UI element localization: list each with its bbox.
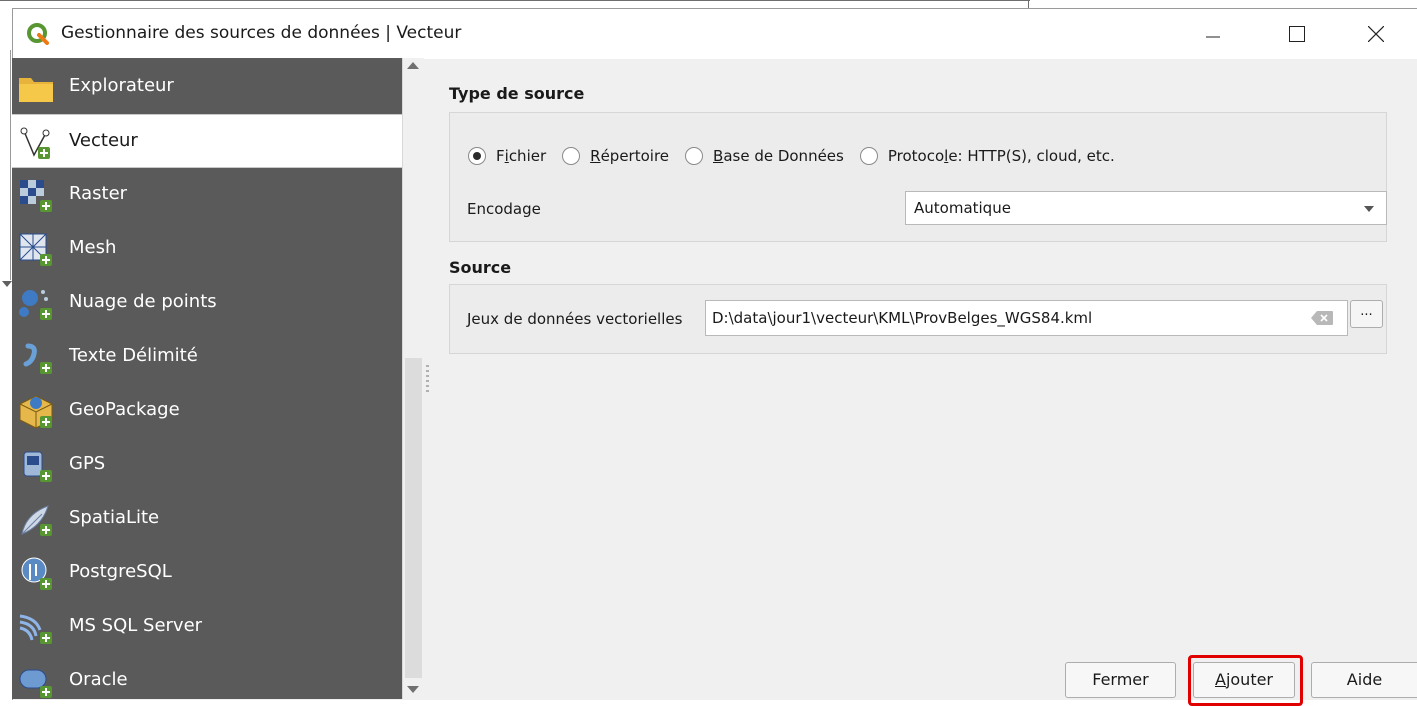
sidebar-item-oracle[interactable]: Oracle bbox=[12, 654, 402, 699]
sidebar-scrollbar[interactable] bbox=[402, 58, 424, 699]
browse-button[interactable]: ... bbox=[1350, 300, 1383, 328]
maximize-icon bbox=[1289, 26, 1305, 42]
sidebar-item-ms-sql-server[interactable]: MS SQL Server bbox=[12, 600, 402, 654]
sidebar-item-texte-delimite[interactable]: Texte Délimité bbox=[12, 330, 402, 384]
gps-icon bbox=[23, 451, 52, 482]
sidebar-item-geopackage[interactable]: GeoPackage bbox=[12, 384, 402, 438]
close-dialog-button[interactable]: Fermer bbox=[1065, 662, 1176, 698]
window-title: Gestionnaire des sources de données | Ve… bbox=[61, 23, 462, 43]
sidebar-item-label: Nuage de points bbox=[69, 291, 217, 312]
sidebar-item-label: Explorateur bbox=[69, 75, 174, 96]
radio-label-part: Protoco bbox=[887, 147, 945, 165]
clear-field-icon[interactable] bbox=[1311, 311, 1333, 325]
vector-icon bbox=[20, 127, 50, 159]
encoding-select[interactable]: Automatique bbox=[905, 191, 1387, 225]
maximize-button[interactable] bbox=[1255, 9, 1339, 59]
radio-label-part: F bbox=[496, 147, 505, 165]
radio-indicator[interactable] bbox=[859, 147, 878, 165]
sidebar-item-postgresql[interactable]: PostgreSQL bbox=[12, 546, 402, 600]
sidebar-item-label: Vecteur bbox=[69, 130, 138, 151]
radio-protocole[interactable]: Protoco l e: HTTP(S), cloud, etc. bbox=[859, 147, 1115, 165]
background-window-edge-left bbox=[10, 50, 11, 280]
oracle-icon bbox=[19, 669, 52, 698]
radio-indicator[interactable] bbox=[685, 147, 704, 165]
encoding-value: Automatique bbox=[914, 199, 1011, 217]
sidebar-item-gps[interactable]: GPS bbox=[12, 438, 402, 492]
radio-label-mnemonic: R bbox=[590, 147, 601, 165]
sidebar-item-label: GeoPackage bbox=[69, 399, 180, 420]
close-icon bbox=[1368, 26, 1384, 42]
sidebar-item-mesh[interactable]: Mesh bbox=[12, 222, 402, 276]
folder-icon bbox=[19, 78, 53, 102]
mesh-icon bbox=[19, 233, 52, 266]
source-type-title: Type de source bbox=[449, 84, 585, 103]
sidebar-item-explorateur[interactable]: Explorateur bbox=[12, 60, 402, 114]
help-button[interactable]: Aide bbox=[1311, 662, 1417, 698]
radio-fichier[interactable]: Fi chier bbox=[468, 147, 546, 165]
add-button-highlight bbox=[1188, 655, 1303, 706]
qgis-logo-icon bbox=[27, 23, 49, 45]
point-cloud-icon bbox=[19, 290, 52, 320]
scroll-up-arrow-icon[interactable] bbox=[407, 62, 419, 69]
close-button[interactable] bbox=[1334, 9, 1417, 59]
chevron-down-icon bbox=[1364, 206, 1374, 212]
radio-label-part: ase de Données bbox=[723, 147, 844, 165]
sidebar-item-spatialite[interactable]: SpatiaLite bbox=[12, 492, 402, 546]
encoding-label: Encodage bbox=[467, 200, 541, 218]
radio-base-de-donnees[interactable]: Base de Données bbox=[685, 147, 844, 165]
radio-indicator[interactable] bbox=[562, 147, 581, 165]
radio-label-part: e: HTTP(S), cloud, etc. bbox=[948, 147, 1115, 165]
background-dropdown-arrow-icon bbox=[2, 281, 12, 287]
dataset-label: Jeux de données vectorielles bbox=[467, 310, 683, 328]
postgresql-icon bbox=[21, 557, 52, 590]
sidebar-item-raster[interactable]: Raster bbox=[12, 168, 402, 222]
radio-indicator[interactable] bbox=[468, 147, 486, 165]
sidebar-item-label: GPS bbox=[69, 453, 106, 474]
scroll-down-arrow-icon[interactable] bbox=[407, 686, 419, 693]
source-title: Source bbox=[449, 258, 512, 277]
sidebar-item-label: Oracle bbox=[69, 669, 128, 690]
mssql-icon bbox=[19, 614, 52, 644]
minimize-button[interactable] bbox=[1171, 9, 1255, 59]
dataset-path-value: D:\data\jour1\vecteur\KML\ProvBelges_WGS… bbox=[712, 309, 1093, 327]
spatialite-icon bbox=[21, 505, 52, 536]
splitter-handle[interactable] bbox=[426, 365, 429, 393]
delimited-text-icon bbox=[23, 343, 52, 374]
radio-label-part: chier bbox=[508, 147, 547, 165]
scrollbar-thumb[interactable] bbox=[405, 358, 422, 678]
sidebar-item-vecteur[interactable]: Vecteur bbox=[12, 114, 402, 168]
sidebar-item-label: Raster bbox=[69, 183, 128, 204]
sidebar-item-label: Texte Délimité bbox=[69, 345, 198, 366]
minimize-icon bbox=[1206, 36, 1220, 38]
background-window-edge bbox=[0, 0, 1030, 1]
sidebar-item-label: PostgreSQL bbox=[69, 561, 172, 582]
sidebar-item-label: Mesh bbox=[69, 237, 117, 258]
raster-icon bbox=[20, 180, 52, 212]
sidebar-item-label: SpatiaLite bbox=[69, 507, 160, 528]
radio-repertoire[interactable]: Répertoire bbox=[562, 147, 669, 165]
sidebar-item-label: MS SQL Server bbox=[69, 615, 203, 636]
dataset-path-input[interactable]: D:\data\jour1\vecteur\KML\ProvBelges_WGS… bbox=[705, 300, 1348, 336]
source-type-radio-group: Fi chier Répertoire Base de Données Proto… bbox=[468, 144, 1131, 168]
source-type-sidebar: Explorateur Vecteur Raster Mesh Nuage de… bbox=[12, 58, 402, 699]
radio-label-mnemonic: B bbox=[713, 147, 724, 165]
sidebar-item-nuage-de-points[interactable]: Nuage de points bbox=[12, 276, 402, 330]
title-bar: Gestionnaire des sources de données | Ve… bbox=[13, 9, 1417, 59]
geopackage-icon bbox=[19, 395, 53, 429]
radio-label-part: épertoire bbox=[600, 147, 670, 165]
